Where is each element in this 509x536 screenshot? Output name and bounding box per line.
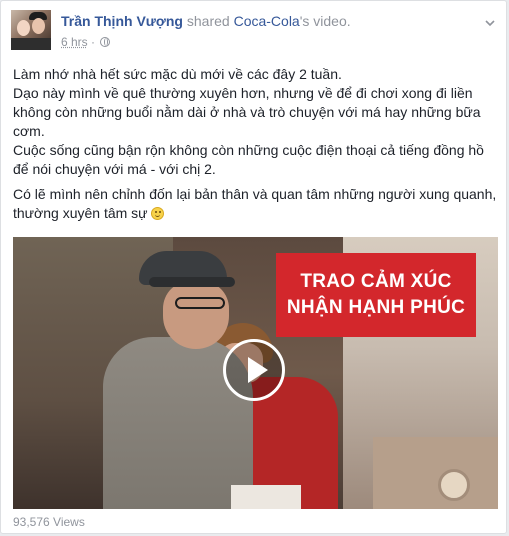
avatar-face-right [32, 18, 45, 34]
banner-line-1: TRAO CẢM XÚC [300, 271, 452, 292]
video-man-glasses [175, 297, 225, 309]
shared-object-text: 's video. [299, 13, 351, 29]
post-meta: 6 hrs · [61, 35, 111, 49]
shared-action-text: shared [186, 13, 230, 29]
message-line-1: Làm nhớ nhà hết sức mặc dù mới về các đâ… [13, 66, 342, 82]
play-icon[interactable] [223, 339, 285, 401]
video-scene-shelf [373, 437, 498, 509]
message-line-2: Dạo này mình về quê thường xuyên hơn, nh… [13, 85, 481, 139]
video-man-hat-brim [149, 277, 235, 287]
video-scene-paper [231, 485, 301, 509]
post-header: Trần Thịnh Vượng shared Coca-Cola's vide… [11, 10, 496, 52]
video-man-face [163, 281, 229, 349]
author-avatar[interactable] [11, 10, 51, 50]
chevron-down-icon[interactable] [484, 16, 496, 28]
view-count: 93,576 Views [13, 515, 85, 529]
video-title-banner: TRAO CẢM XÚC NHẬN HẠNH PHÚC [276, 253, 476, 337]
message-paragraph-1: Làm nhớ nhà hết sức mặc dù mới về các đâ… [13, 65, 497, 179]
message-line-3: Cuộc sống cũng bận rộn không còn những c… [13, 142, 484, 177]
video-player[interactable]: TRAO CẢM XÚC NHẬN HẠNH PHÚC [13, 237, 498, 509]
avatar-face-left [17, 20, 30, 36]
shared-page-link[interactable]: Coca-Cola [234, 13, 300, 29]
feed-post-card: Trần Thịnh Vượng shared Coca-Cola's vide… [0, 0, 507, 534]
banner-line-2: NHẬN HẠNH PHÚC [286, 297, 466, 318]
chevron-down-icon-svg [485, 20, 495, 27]
message-line-4: Có lẽ mình nên chỉnh đốn lại bản thân và… [13, 186, 497, 221]
author-name-link[interactable]: Trần Thịnh Vượng [61, 13, 183, 29]
video-scene-lamp [438, 469, 470, 501]
post-timestamp[interactable]: 6 hrs [61, 35, 88, 49]
smile-emoji-icon [151, 207, 165, 220]
avatar-shirt [11, 38, 51, 50]
message-paragraph-2: Có lẽ mình nên chỉnh đốn lại bản thân và… [13, 185, 497, 223]
post-message: Làm nhớ nhà hết sức mặc dù mới về các đâ… [13, 65, 497, 229]
play-triangle [248, 357, 268, 383]
post-title-line: Trần Thịnh Vượng shared Coca-Cola's vide… [61, 13, 351, 29]
meta-separator: · [91, 35, 96, 49]
globe-icon[interactable] [100, 37, 111, 47]
